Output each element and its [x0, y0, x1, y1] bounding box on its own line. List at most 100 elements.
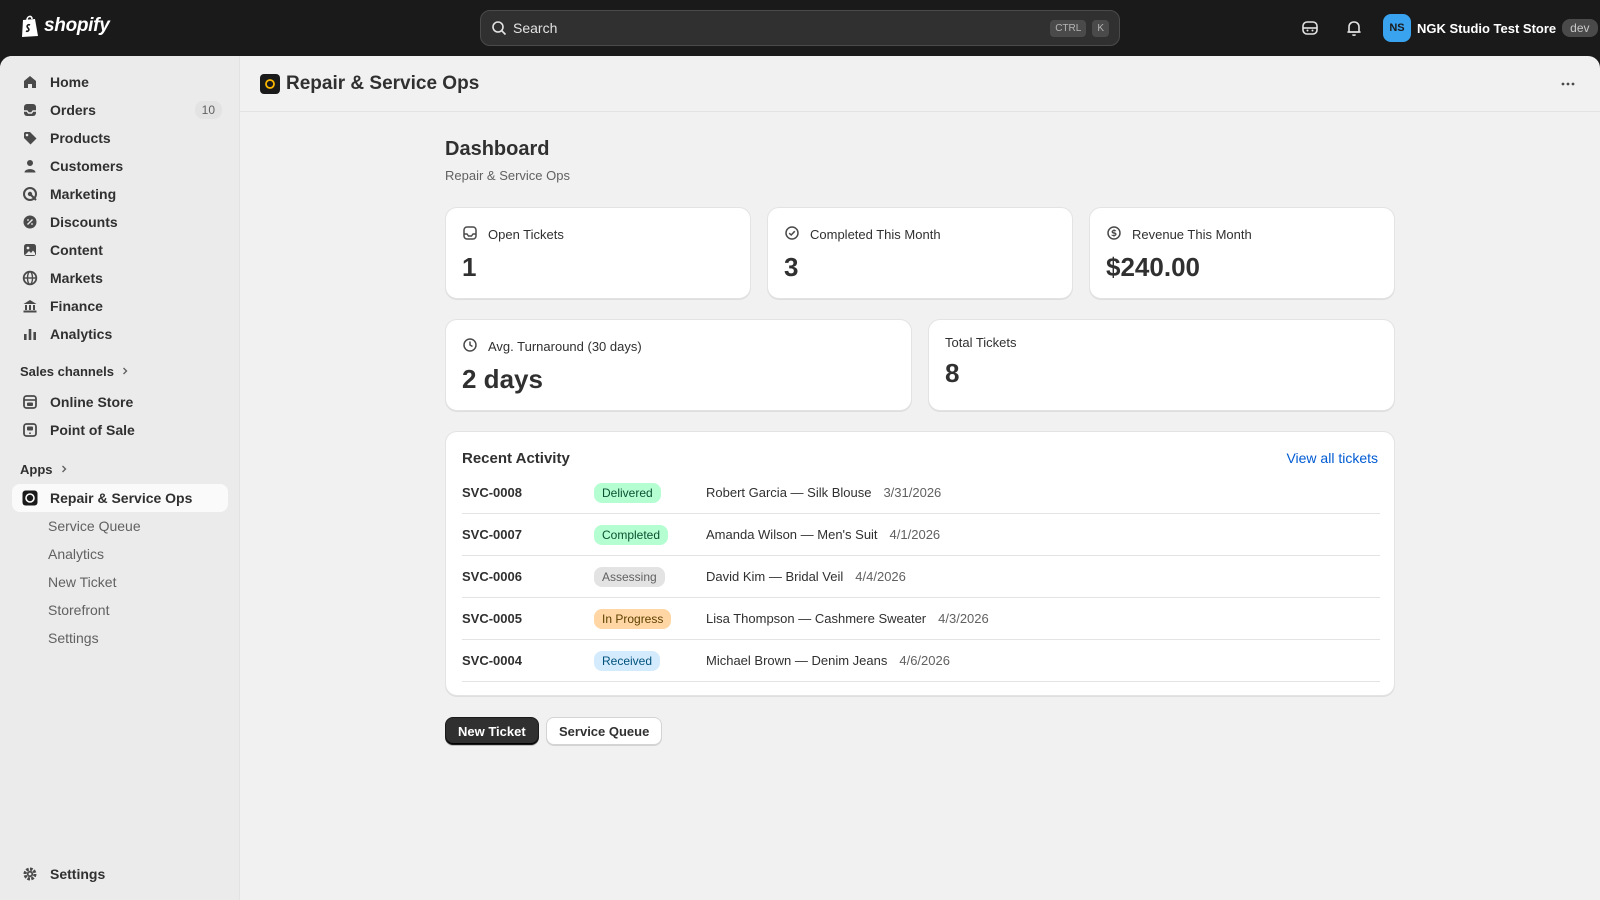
status-cell: Completed	[594, 524, 706, 545]
sidebar-item-orders[interactable]: Orders 10	[12, 96, 228, 124]
view-all-tickets-link[interactable]: View all tickets	[1286, 450, 1378, 466]
sidebar-item-repair-service-ops[interactable]: Repair & Service Ops	[12, 484, 228, 512]
activity-row[interactable]: SVC-0005 In Progress Lisa Thompson — Cashm…	[462, 598, 1380, 640]
sidebar-item-label: Finance	[50, 298, 103, 314]
status-badge: Assessing	[594, 566, 665, 587]
orders-icon	[22, 102, 38, 118]
sidebar-item-products[interactable]: Products	[12, 124, 228, 152]
sidebar-item-settings[interactable]: Settings	[12, 860, 228, 888]
sidebar-subitem-new-ticket[interactable]: New Ticket	[12, 568, 228, 596]
new-ticket-button[interactable]: New Ticket	[445, 717, 539, 745]
apps-section[interactable]: Apps	[20, 462, 69, 477]
activity-title: Recent Activity	[462, 450, 570, 467]
metric-card-completed: Completed This Month 3	[767, 207, 1073, 299]
metric-label: Total Tickets	[945, 335, 1017, 350]
recent-activity-card: Recent Activity View all tickets SVC-000…	[445, 431, 1395, 696]
section-label: Apps	[20, 462, 53, 477]
page-title: Dashboard	[445, 138, 550, 160]
metric-card-revenue: $ Revenue This Month $240.00	[1089, 207, 1395, 299]
sidebar-item-label: Orders	[50, 102, 96, 118]
tag-icon	[22, 130, 38, 146]
sidebar-item-label: Products	[50, 130, 111, 146]
chevron-right-icon	[120, 364, 130, 379]
sidebar-subitem-analytics[interactable]: Analytics	[12, 540, 228, 568]
sidebar-item-label: Repair & Service Ops	[50, 490, 193, 506]
sidebar-item-marketing[interactable]: Marketing	[12, 180, 228, 208]
sidebar-item-label: Markets	[50, 270, 103, 286]
sidebar-item-markets[interactable]: Markets	[12, 264, 228, 292]
sidebar-item-analytics[interactable]: Analytics	[12, 320, 228, 348]
ticket-id: SVC-0006	[462, 569, 522, 584]
more-actions-button[interactable]	[1556, 72, 1580, 96]
page-subtitle: Repair & Service Ops	[445, 168, 570, 183]
metric-label: Completed This Month	[784, 225, 941, 244]
search-icon	[492, 21, 507, 36]
app-title: Repair & Service Ops	[286, 72, 480, 94]
sidebar-item-point-of-sale[interactable]: Point of Sale	[12, 416, 228, 444]
status-cell: Delivered	[594, 482, 706, 503]
sidebar-subitem-service-queue[interactable]: Service Queue	[12, 512, 228, 540]
store-name: NGK Studio Test Store	[1417, 20, 1557, 36]
activity-row[interactable]: SVC-0007 Completed Amanda Wilson — Men's S…	[462, 514, 1380, 556]
activity-row[interactable]: SVC-0006 Assessing David Kim — Bridal Veil…	[462, 556, 1380, 598]
notifications-button[interactable]	[1342, 16, 1366, 40]
shopify-logo[interactable]: shopify	[20, 14, 110, 38]
activity-row[interactable]: SVC-0008 Delivered Robert Garcia — Silk Bl…	[462, 472, 1380, 514]
target-icon	[22, 186, 38, 202]
metric-value: 8	[945, 358, 960, 388]
sales-channels-section[interactable]: Sales channels	[20, 364, 130, 379]
sidebar-item-label: Content	[50, 242, 103, 258]
sidekick-button[interactable]	[1298, 16, 1322, 40]
clock-icon	[462, 337, 478, 356]
sidebar-item-label: Home	[50, 74, 89, 90]
gear-icon	[22, 866, 38, 882]
svg-text:$: $	[1111, 229, 1117, 239]
orders-count-badge: 10	[194, 101, 222, 119]
bank-icon	[22, 298, 38, 314]
sidebar-item-customers[interactable]: Customers	[12, 152, 228, 180]
check-circle-icon	[784, 225, 800, 244]
pos-icon	[22, 422, 38, 438]
metric-label-text: Total Tickets	[945, 335, 1017, 350]
sidebar-item-discounts[interactable]: Discounts	[12, 208, 228, 236]
top-bar: shopify CTRL K NS NGK Studio Test Store …	[0, 0, 1600, 56]
status-badge: Completed	[594, 524, 669, 545]
status-cell: Received	[594, 650, 706, 671]
sidebar-item-home[interactable]: Home	[12, 68, 228, 96]
ticket-id: SVC-0005	[462, 611, 522, 626]
bell-icon	[1347, 21, 1361, 36]
metric-card-open-tickets: Open Tickets 1	[445, 207, 751, 299]
sidebar-subitem-settings[interactable]: Settings	[12, 624, 228, 652]
ticket-id: SVC-0008	[462, 485, 522, 500]
sidebar-item-online-store[interactable]: Online Store	[12, 388, 228, 416]
ellipsis-icon	[1561, 82, 1575, 86]
sidebar-item-label: Customers	[50, 158, 124, 174]
ticket-date: 4/6/2026	[899, 653, 950, 668]
metric-card-turnaround: Avg. Turnaround (30 days) 2 days	[445, 319, 912, 411]
status-badge: In Progress	[594, 608, 672, 629]
sidekick-icon	[1302, 21, 1318, 35]
metric-value: 1	[462, 252, 477, 282]
service-queue-button[interactable]: Service Queue	[546, 717, 663, 745]
status-badge: Delivered	[594, 482, 661, 503]
ticket-date: 3/31/2026	[883, 485, 942, 500]
metric-label: $ Revenue This Month	[1106, 225, 1252, 244]
sidebar-subitem-storefront[interactable]: Storefront	[12, 596, 228, 624]
activity-row[interactable]: SVC-0004 Received Michael Brown — Denim Je…	[462, 640, 1380, 682]
ticket-description: Michael Brown — Denim Jeans	[706, 653, 888, 668]
sidebar-item-label: Settings	[50, 866, 106, 882]
person-icon	[22, 158, 38, 174]
metric-value: 3	[784, 252, 799, 282]
shortcut-ctrl: CTRL	[1050, 19, 1087, 37]
metric-label: Avg. Turnaround (30 days)	[462, 337, 642, 356]
shopify-bag-icon	[22, 15, 38, 37]
app-logo-icon	[260, 73, 280, 94]
ticket-description: Robert Garcia — Silk Blouse	[706, 485, 872, 500]
sidebar-item-finance[interactable]: Finance	[12, 292, 228, 320]
search-input[interactable]	[513, 20, 1045, 36]
metric-card-total: Total Tickets 8	[928, 319, 1395, 411]
store-menu[interactable]: NS NGK Studio Test Store dev	[1383, 14, 1598, 42]
search-bar[interactable]: CTRL K	[480, 10, 1120, 46]
discount-icon	[22, 214, 38, 230]
sidebar-item-content[interactable]: Content	[12, 236, 228, 264]
